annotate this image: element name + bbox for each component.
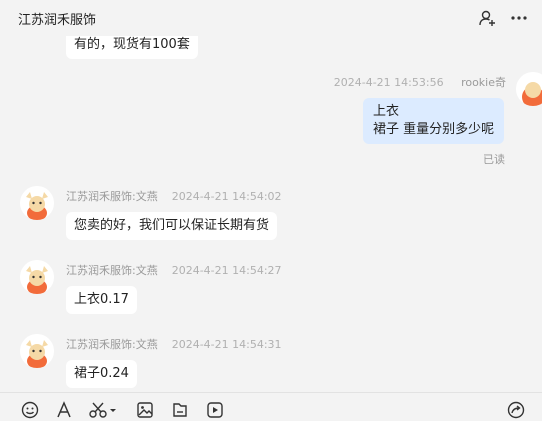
add-user-icon[interactable] bbox=[476, 7, 498, 29]
more-icon[interactable] bbox=[508, 7, 530, 29]
message-sender: 江苏润禾服饰:文燕 bbox=[66, 338, 158, 351]
message-meta: 江苏润禾服饰:文燕 2024-4-21 14:54:02 bbox=[66, 188, 282, 204]
message-time: 2024-4-21 14:54:31 bbox=[171, 338, 282, 351]
send-icon[interactable] bbox=[506, 400, 526, 420]
message-time: 2024-4-21 14:53:56 bbox=[333, 76, 444, 89]
message-bubble: 上衣0.17 bbox=[66, 286, 137, 314]
message-meta: 江苏润禾服饰:文燕 2024-4-21 14:54:27 bbox=[66, 262, 282, 278]
message-bubble: 您卖的好，我们可以保证长期有货 bbox=[66, 212, 278, 240]
input-toolbar bbox=[0, 392, 542, 421]
scissors-icon[interactable] bbox=[88, 400, 118, 420]
message-bubble-mine: 上衣 裙子 重量分别多少呢 bbox=[363, 98, 505, 144]
message-time: 2024-4-21 14:54:02 bbox=[171, 190, 282, 203]
avatar-self[interactable] bbox=[516, 72, 542, 106]
emoji-icon[interactable] bbox=[20, 400, 40, 420]
chat-header: 江苏润禾服饰 bbox=[0, 0, 542, 36]
video-icon[interactable] bbox=[205, 400, 225, 420]
message-meta: 江苏润禾服饰:文燕 2024-4-21 14:54:31 bbox=[66, 336, 282, 352]
message-line: 上衣 bbox=[373, 104, 400, 119]
message-line: 裙子 重量分别多少呢 bbox=[373, 122, 495, 137]
message-sender: rookie奇 bbox=[461, 76, 506, 89]
font-icon[interactable] bbox=[54, 400, 74, 420]
chat-title: 江苏润禾服饰 bbox=[18, 12, 97, 28]
chat-area: 有的，现货有100套 2024-4-21 14:53:56 rookie奇 上衣… bbox=[0, 0, 542, 392]
message-meta: 2024-4-21 14:53:56 rookie奇 bbox=[334, 74, 506, 90]
read-status: 已读 bbox=[483, 153, 505, 166]
message-sender: 江苏润禾服饰:文燕 bbox=[66, 264, 158, 277]
avatar-seller[interactable] bbox=[20, 334, 54, 368]
image-icon[interactable] bbox=[135, 400, 155, 420]
header-actions bbox=[476, 7, 530, 29]
message-time: 2024-4-21 14:54:27 bbox=[171, 264, 282, 277]
message-bubble: 裙子0.24 bbox=[66, 360, 137, 388]
message-sender: 江苏润禾服饰:文燕 bbox=[66, 190, 158, 203]
avatar-seller[interactable] bbox=[20, 186, 54, 220]
avatar-seller[interactable] bbox=[20, 260, 54, 294]
file-icon[interactable] bbox=[170, 400, 190, 420]
